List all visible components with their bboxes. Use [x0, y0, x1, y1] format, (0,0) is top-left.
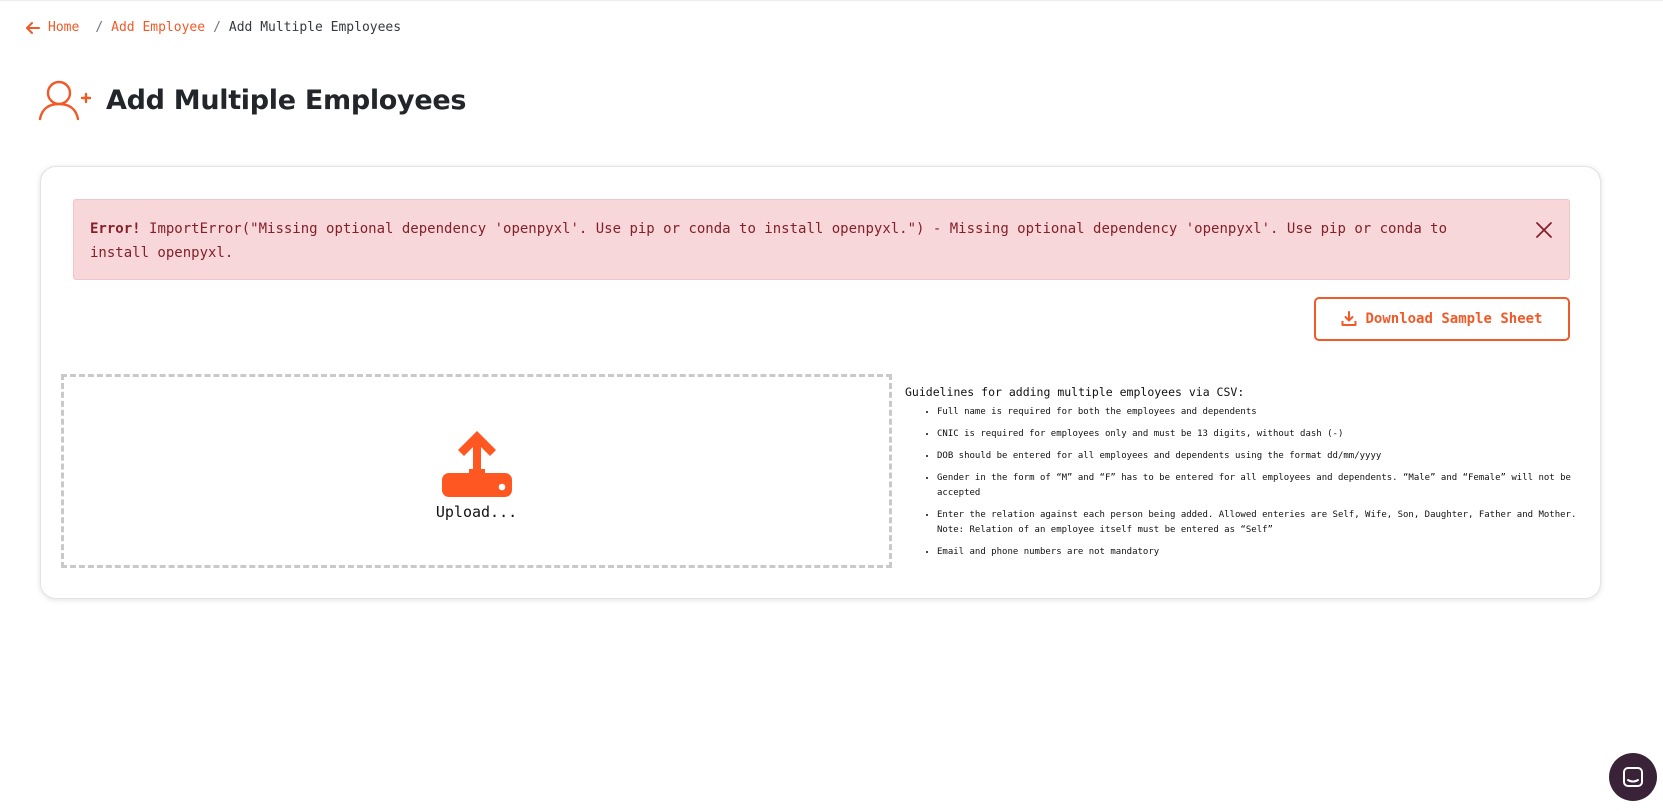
guideline-item: DOB should be entered for all employees … — [937, 449, 1585, 464]
guideline-item: Full name is required for both the emplo… — [937, 405, 1585, 420]
breadcrumb-add-employee-link[interactable]: Add Employee — [111, 19, 205, 37]
breadcrumb-separator: / — [95, 20, 104, 35]
error-alert: Error! ImportError("Missing optional dep… — [73, 199, 1570, 280]
guidelines-list: Full name is required for both the emplo… — [905, 405, 1585, 560]
breadcrumb-separator: / — [213, 20, 221, 35]
chat-icon — [1623, 767, 1643, 787]
page-title: Add Multiple Employees — [106, 84, 467, 116]
download-icon — [1341, 311, 1357, 326]
alert-message: ImportError("Missing optional dependency… — [90, 221, 1448, 261]
guideline-item: Enter the relation against each person b… — [937, 508, 1585, 538]
page-header: Add Multiple Employees — [38, 78, 466, 122]
guideline-item: CNIC is required for employees only and … — [937, 427, 1585, 442]
upload-card: Error! ImportError("Missing optional dep… — [40, 166, 1601, 599]
breadcrumb-home-label[interactable]: Home — [48, 19, 79, 37]
download-sample-sheet-button[interactable]: Download Sample Sheet — [1314, 297, 1570, 341]
upload-icon — [441, 431, 512, 497]
arrow-left-icon — [26, 22, 40, 34]
guideline-item: Gender in the form of “M” and “F” has to… — [937, 471, 1585, 501]
alert-label: Error! — [90, 221, 141, 237]
download-button-label: Download Sample Sheet — [1365, 311, 1543, 327]
breadcrumb: Home / Add Employee / Add Multiple Emplo… — [26, 19, 401, 37]
guideline-item: Email and phone numbers are not mandator… — [937, 545, 1585, 560]
breadcrumb-home-link[interactable]: Home — [26, 19, 79, 37]
csv-guidelines: Guidelines for adding multiple employees… — [905, 385, 1585, 567]
chat-launcher-button[interactable] — [1609, 753, 1657, 801]
breadcrumb-current: Add Multiple Employees — [228, 20, 402, 35]
add-user-icon — [38, 80, 92, 121]
top-divider — [0, 0, 1663, 1]
close-icon[interactable] — [1533, 219, 1555, 241]
upload-label: Upload... — [435, 503, 518, 521]
guidelines-title: Guidelines for adding multiple employees… — [905, 385, 1245, 399]
csv-upload-dropzone[interactable]: Upload... — [61, 374, 892, 568]
